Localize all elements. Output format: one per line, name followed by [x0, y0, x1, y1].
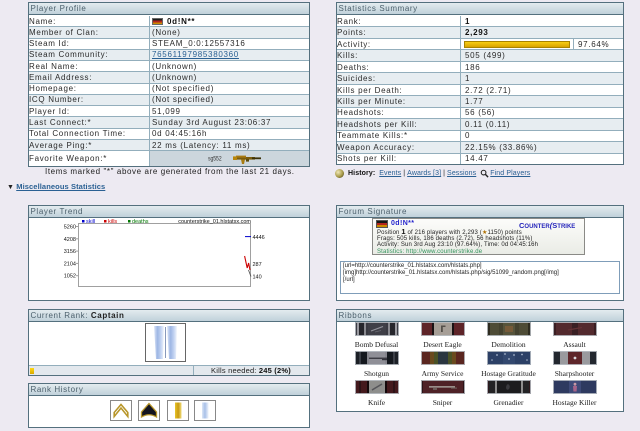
svg-text:deaths: deaths: [132, 219, 149, 225]
svg-text:kills: kills: [108, 219, 117, 225]
svg-text:4208: 4208: [64, 237, 76, 243]
svg-text:4446: 4446: [253, 235, 265, 241]
svg-text:3156: 3156: [64, 249, 76, 255]
svg-text:5260: 5260: [64, 225, 76, 231]
svg-text:2104: 2104: [64, 261, 76, 267]
svg-text:counterstrike_01.hlstatsx.com: counterstrike_01.hlstatsx.com: [178, 219, 251, 225]
svg-text:287: 287: [253, 262, 262, 268]
svg-text:1052: 1052: [64, 274, 76, 280]
svg-text:skill: skill: [86, 219, 95, 225]
svg-text:140: 140: [253, 275, 262, 281]
